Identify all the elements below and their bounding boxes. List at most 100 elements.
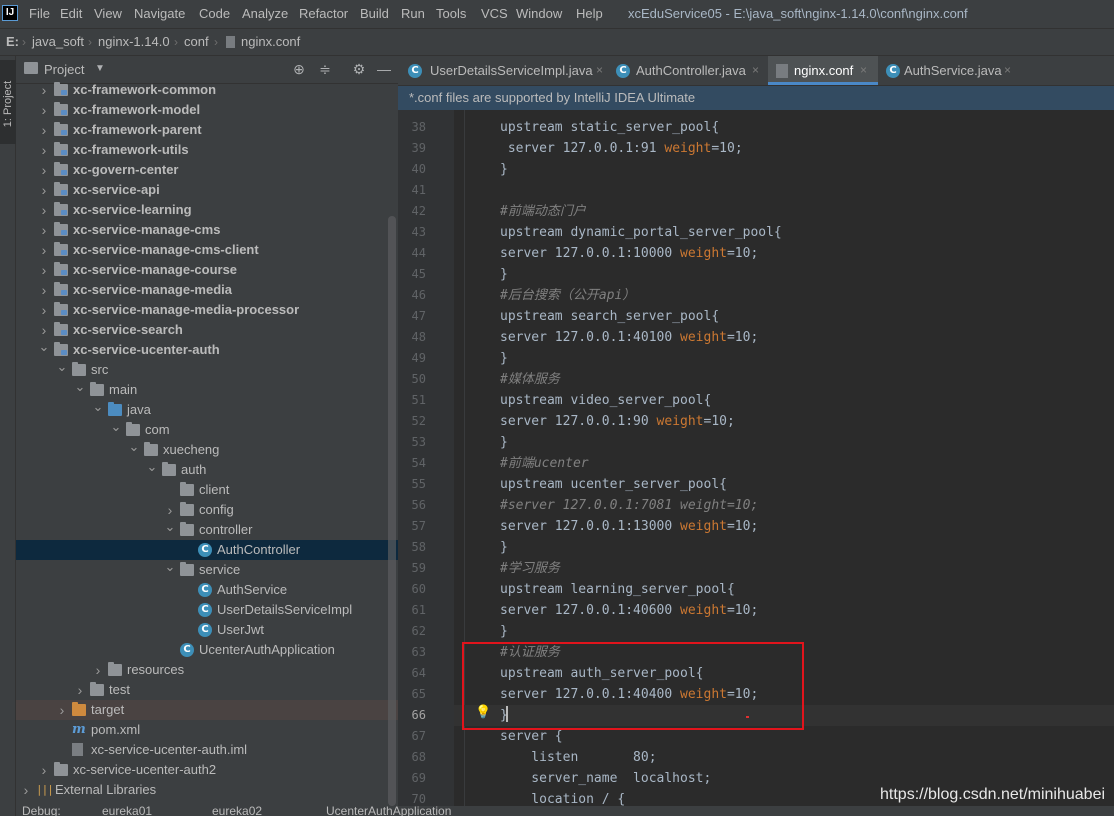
locate-target-icon[interactable]: ⊕ [291, 61, 307, 77]
code-line[interactable]: upstream static_server_pool{ [500, 117, 719, 138]
tree-item[interactable]: ⌄ service [16, 560, 398, 580]
tree-item[interactable]: ⌄ java [16, 400, 398, 420]
chevron-right-icon[interactable]: › [38, 140, 50, 160]
tree-item[interactable]: › xc-framework-common [16, 80, 398, 100]
menu-file[interactable]: File [29, 0, 50, 28]
tree-item[interactable]: › xc-framework-utils [16, 140, 398, 160]
code-line[interactable]: upstream ucenter_server_pool{ [500, 474, 727, 495]
tree-item[interactable]: › ||| External Libraries [16, 780, 398, 800]
tab-authcontroller[interactable]: C AuthController.java × [610, 56, 768, 85]
menu-run[interactable]: Run [401, 0, 425, 28]
close-icon[interactable]: × [860, 56, 867, 85]
chevron-down-icon[interactable]: ⌄ [164, 520, 176, 540]
chevron-down-icon[interactable]: ⌄ [74, 380, 86, 400]
chevron-right-icon[interactable]: › [38, 160, 50, 180]
breadcrumb-drive[interactable]: E: [6, 29, 19, 55]
tree-item[interactable]: › xc-service-manage-media [16, 280, 398, 300]
chevron-right-icon[interactable]: › [38, 100, 50, 120]
project-tool-tab[interactable]: 1: Project [0, 60, 16, 144]
tree-item[interactable]: › xc-service-manage-course [16, 260, 398, 280]
collapse-all-icon[interactable]: ≑ [317, 61, 333, 77]
tree-item[interactable]: ⌄ xuecheng [16, 440, 398, 460]
breadcrumb-conf[interactable]: conf [184, 29, 209, 55]
chevron-down-icon[interactable]: ⌄ [164, 560, 176, 580]
code-line[interactable]: } [500, 159, 508, 180]
tree-item[interactable]: › config [16, 500, 398, 520]
chevron-right-icon[interactable]: › [92, 660, 104, 680]
tree-item[interactable]: xc-service-ucenter-auth.iml [16, 740, 398, 760]
chevron-down-icon[interactable]: ⌄ [128, 440, 140, 460]
debug-session-eureka02[interactable]: eureka02 [212, 806, 262, 816]
code-line[interactable]: #学习服务 [500, 558, 560, 579]
intellij-logo-icon[interactable]: IJ [2, 5, 18, 21]
chevron-down-icon[interactable]: ⌄ [56, 360, 68, 380]
tree-item[interactable]: › xc-service-api [16, 180, 398, 200]
chevron-down-icon[interactable]: ⌄ [92, 400, 104, 420]
chevron-right-icon[interactable]: › [38, 260, 50, 280]
lightbulb-icon[interactable]: 💡 [475, 703, 491, 721]
tree-item[interactable]: C AuthController [16, 540, 398, 560]
chevron-right-icon[interactable]: › [38, 200, 50, 220]
tab-userdetailsserviceimpl[interactable]: C UserDetailsServiceImpl.java × [402, 56, 610, 85]
chevron-right-icon[interactable]: › [38, 240, 50, 260]
tree-item[interactable]: › xc-service-search [16, 320, 398, 340]
tree-item[interactable]: › xc-service-learning [16, 200, 398, 220]
code-line[interactable]: } [500, 432, 508, 453]
tree-item[interactable]: › xc-service-ucenter-auth2 [16, 760, 398, 780]
code-line[interactable]: server 127.0.0.1:90 weight=10; [500, 411, 735, 432]
chevron-right-icon[interactable]: › [20, 780, 32, 800]
tree-item[interactable]: C UcenterAuthApplication [16, 640, 398, 660]
minimize-icon[interactable]: — [376, 61, 392, 77]
chevron-right-icon[interactable]: › [38, 760, 50, 780]
chevron-right-icon[interactable]: › [74, 680, 86, 700]
code-line[interactable]: listen 80; [500, 747, 656, 768]
chevron-down-icon[interactable]: ⌄ [38, 340, 50, 360]
breadcrumb-nginx-conf[interactable]: nginx.conf [241, 29, 300, 55]
code-line[interactable]: #前端ucenter [500, 453, 589, 474]
tree-item[interactable]: › test [16, 680, 398, 700]
chevron-right-icon[interactable]: › [56, 700, 68, 720]
code-line[interactable]: } [500, 537, 508, 558]
chevron-right-icon[interactable]: › [164, 500, 176, 520]
code-line[interactable]: upstream dynamic_portal_server_pool{ [500, 222, 782, 243]
menu-vcs[interactable]: VCS [481, 0, 508, 28]
tab-authservice[interactable]: C AuthService.java × [880, 56, 1020, 85]
code-line[interactable]: server 127.0.0.1:10000 weight=10; [500, 243, 758, 264]
code-line[interactable]: upstream learning_server_pool{ [500, 579, 735, 600]
debug-tab[interactable]: Debug: [22, 806, 61, 816]
tree-item[interactable]: ⌄ com [16, 420, 398, 440]
code-line[interactable]: upstream video_server_pool{ [500, 390, 711, 411]
tree-item[interactable]: ⌄ controller [16, 520, 398, 540]
tree-item[interactable]: › resources [16, 660, 398, 680]
menu-build[interactable]: Build [360, 0, 389, 28]
code-line[interactable]: #server 127.0.0.1:7081 weight=10; [500, 495, 758, 516]
tree-item[interactable]: › target [16, 700, 398, 720]
tree-item[interactable]: › xc-service-manage-cms [16, 220, 398, 240]
tree-item[interactable]: › xc-framework-model [16, 100, 398, 120]
menu-view[interactable]: View [94, 0, 122, 28]
code-line[interactable]: } [500, 348, 508, 369]
code-line[interactable]: server 127.0.0.1:13000 weight=10; [500, 516, 758, 537]
close-icon[interactable]: × [1004, 56, 1011, 85]
menu-analyze[interactable]: Analyze [242, 0, 288, 28]
tree-item[interactable]: › xc-service-manage-cms-client [16, 240, 398, 260]
tree-item[interactable]: C UserDetailsServiceImpl [16, 600, 398, 620]
chevron-right-icon[interactable]: › [38, 320, 50, 340]
menu-window[interactable]: Window [516, 0, 562, 28]
breadcrumb-java-soft[interactable]: java_soft [32, 29, 84, 55]
code-line[interactable]: server_name localhost; [500, 768, 711, 789]
menu-refactor[interactable]: Refactor [299, 0, 348, 28]
tree-item[interactable]: ⌄ main [16, 380, 398, 400]
code-line[interactable]: } [500, 621, 508, 642]
menu-edit[interactable]: Edit [60, 0, 82, 28]
menu-code[interactable]: Code [199, 0, 230, 28]
gear-icon[interactable]: ⚙ [351, 61, 367, 77]
menu-tools[interactable]: Tools [436, 0, 466, 28]
tree-item[interactable]: ⌄ auth [16, 460, 398, 480]
menu-help[interactable]: Help [576, 0, 603, 28]
tree-item[interactable]: › xc-govern-center [16, 160, 398, 180]
tree-item[interactable]: C AuthService [16, 580, 398, 600]
code-line[interactable]: } [500, 264, 508, 285]
chevron-right-icon[interactable]: › [38, 220, 50, 240]
chevron-right-icon[interactable]: › [38, 300, 50, 320]
